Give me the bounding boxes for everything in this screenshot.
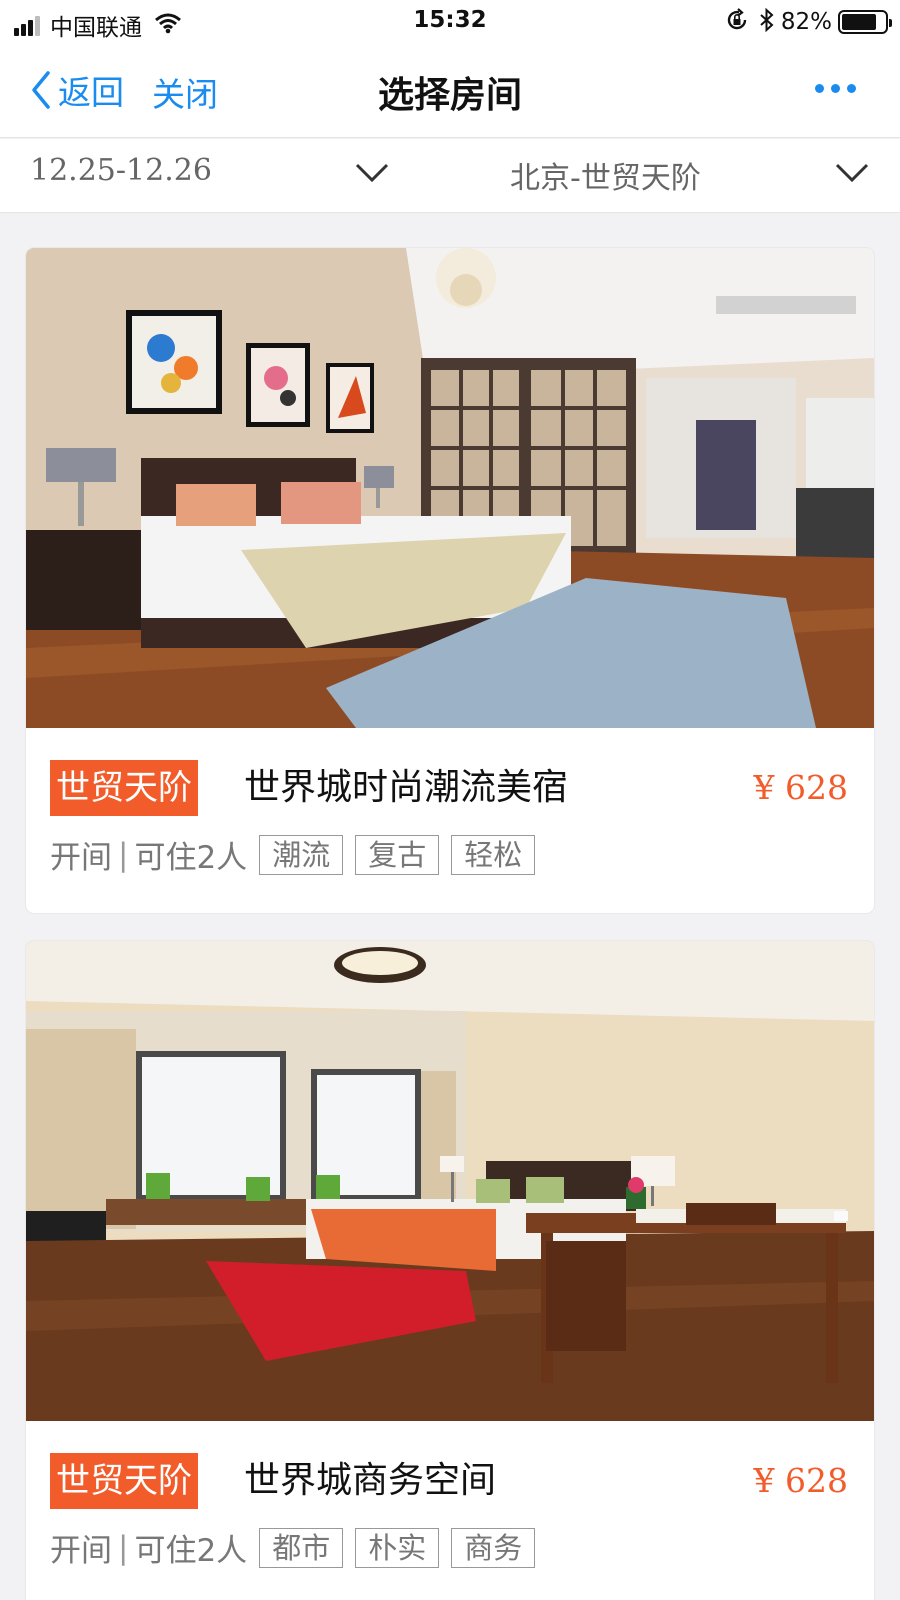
room-tag: 轻松 (451, 834, 536, 875)
room-name: 世界城时尚潮流美宿 (244, 767, 569, 808)
bluetooth-icon (759, 7, 775, 36)
room-tag: 朴实 (355, 1527, 440, 1568)
chevron-down-icon[interactable] (355, 163, 389, 187)
location-selector[interactable]: 北京-世贸天阶 (510, 153, 701, 197)
more-icon[interactable] (808, 84, 856, 93)
room-price: ¥ 628 (753, 1461, 848, 1500)
date-range-selector[interactable]: 12.25-12.26 (30, 153, 212, 188)
room-capacity: 可住2人 (134, 840, 248, 876)
status-right: 82% (725, 7, 892, 36)
room-tag: 潮流 (259, 834, 344, 875)
area-badge: 世贸天阶 (50, 1453, 198, 1509)
battery-icon (838, 10, 892, 34)
room-card[interactable]: 世贸天阶 世界城商务空间 ¥ 628 开间 | 可住2人 都市 朴实 商务 (26, 941, 874, 1600)
room-tag: 商务 (451, 1527, 536, 1568)
chevron-down-icon[interactable] (835, 163, 869, 187)
nav-bar: 返回 关闭 选择房间 (0, 44, 900, 138)
meta-separator: | (118, 836, 129, 873)
battery-percent: 82% (780, 9, 832, 35)
page-title: 选择房间 (377, 75, 522, 116)
room-type: 开间 (50, 1533, 112, 1569)
room-card[interactable]: 世贸天阶 世界城时尚潮流美宿 ¥ 628 开间 | 可住2人 潮流 复古 轻松 (26, 248, 874, 913)
room-capacity: 可住2人 (134, 1533, 248, 1569)
bedroom-photo (26, 248, 874, 728)
room-meta: 开间 | 可住2人 都市 朴实 商务 (50, 1525, 536, 1570)
room-tag: 复古 (355, 834, 440, 875)
rotation-lock-icon (725, 8, 749, 36)
room-type: 开间 (50, 840, 112, 876)
area-badge: 世贸天阶 (50, 760, 198, 816)
bedroom-photo (26, 941, 874, 1421)
status-bar: 中国联通 15:32 82% (0, 0, 900, 44)
room-meta: 开间 | 可住2人 潮流 复古 轻松 (50, 832, 536, 877)
room-info: 世贸天阶 世界城时尚潮流美宿 ¥ 628 开间 | 可住2人 潮流 复古 轻松 (26, 728, 874, 913)
meta-separator: | (118, 1529, 129, 1566)
room-price: ¥ 628 (753, 768, 848, 807)
filter-bar: 12.25-12.26 北京-世贸天阶 (0, 139, 900, 213)
room-info: 世贸天阶 世界城商务空间 ¥ 628 开间 | 可住2人 都市 朴实 商务 (26, 1421, 874, 1600)
room-name: 世界城商务空间 (244, 1460, 497, 1501)
room-tag: 都市 (259, 1527, 344, 1568)
